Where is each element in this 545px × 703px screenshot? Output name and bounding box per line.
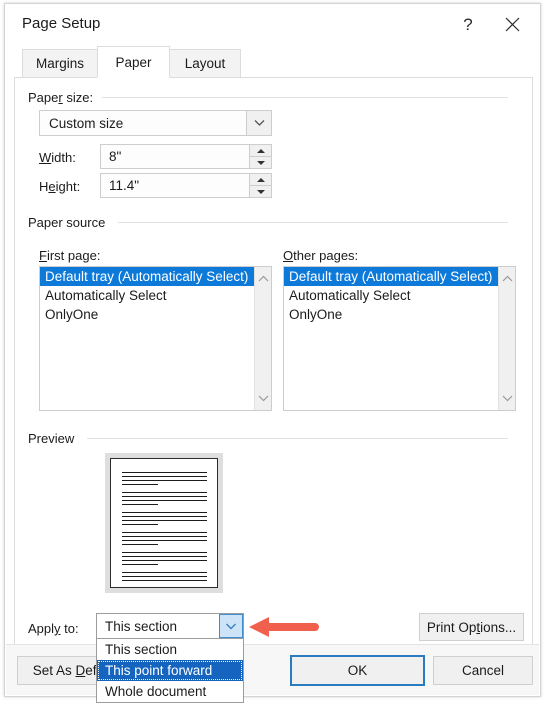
- apply-to-selected-value: This section: [105, 618, 178, 634]
- list-item[interactable]: OnlyOne: [40, 305, 254, 324]
- list-item[interactable]: OnlyOne: [284, 305, 498, 324]
- apply-to-options-list[interactable]: This section This point forward Whole do…: [96, 639, 244, 703]
- chevron-down-icon[interactable]: [246, 111, 271, 135]
- tab-margins-label: Margins: [35, 56, 84, 71]
- tab-layout-label: Layout: [184, 56, 226, 71]
- paper-size-group-rule: [102, 97, 508, 98]
- close-button[interactable]: [490, 4, 534, 45]
- preview-group-label: Preview: [28, 431, 81, 446]
- paper-source-group-label: Paper source: [28, 215, 112, 230]
- page-setup-dialog: Page Setup ? Margins Paper Layout Paper …: [4, 3, 541, 703]
- height-stepper[interactable]: [249, 174, 271, 197]
- tab-paper-label: Paper: [115, 54, 152, 70]
- preview-paragraph: [122, 552, 207, 565]
- chevron-up-icon[interactable]: [502, 270, 513, 288]
- width-value: 8": [109, 149, 122, 164]
- width-input[interactable]: 8": [100, 144, 272, 169]
- other-pages-label: Other pages:: [283, 248, 359, 263]
- paper-source-group-rule: [118, 222, 508, 223]
- apply-to-option-this-section[interactable]: This section: [97, 639, 243, 660]
- help-button[interactable]: ?: [446, 4, 490, 45]
- tab-margins[interactable]: Margins: [22, 49, 98, 78]
- first-page-list-items: Default tray (Automatically Select) Auto…: [40, 267, 254, 410]
- spinner-down-icon[interactable]: [250, 186, 271, 197]
- paper-size-group-label: Paper size:: [28, 90, 100, 105]
- spinner-down-icon[interactable]: [250, 157, 271, 168]
- other-pages-listbox[interactable]: Default tray (Automatically Select) Auto…: [283, 266, 516, 411]
- chevron-up-icon[interactable]: [258, 270, 269, 288]
- cancel-label: Cancel: [461, 663, 505, 678]
- tab-layout[interactable]: Layout: [169, 49, 241, 78]
- chevron-down-icon[interactable]: [502, 389, 513, 407]
- ok-button[interactable]: OK: [290, 655, 425, 686]
- height-input[interactable]: 11.4": [100, 173, 272, 198]
- chevron-down-icon[interactable]: [258, 389, 269, 407]
- width-label: Width:: [39, 150, 76, 165]
- page-title: Page Setup: [22, 15, 101, 32]
- list-item[interactable]: Automatically Select: [40, 286, 254, 305]
- paper-tab-panel: Paper size: Custom size Width: 8" Height…: [14, 77, 533, 649]
- close-icon: [505, 17, 520, 32]
- tab-strip: Margins Paper Layout: [14, 45, 531, 78]
- apply-to-label: Apply to:: [28, 621, 79, 636]
- other-pages-list-items: Default tray (Automatically Select) Auto…: [284, 267, 498, 410]
- list-item[interactable]: Default tray (Automatically Select): [284, 267, 498, 286]
- width-stepper[interactable]: [249, 145, 271, 168]
- preview-paragraph: [122, 512, 207, 525]
- list-item[interactable]: Automatically Select: [284, 286, 498, 305]
- print-options-label: Print Options...: [426, 619, 517, 635]
- paper-size-combobox[interactable]: Custom size: [39, 110, 272, 136]
- print-options-button[interactable]: Print Options...: [419, 613, 524, 641]
- preview-paragraph: [122, 492, 207, 505]
- preview-paragraph: [122, 572, 207, 581]
- chevron-down-icon: [225, 617, 237, 635]
- apply-to-dropdown-arrow[interactable]: [219, 614, 243, 638]
- dialog-title-bar: Page Setup ?: [5, 4, 540, 45]
- spinner-up-icon[interactable]: [250, 174, 271, 186]
- tab-paper[interactable]: Paper: [97, 46, 170, 78]
- preview-group-rule: [87, 438, 508, 439]
- apply-to-dropdown[interactable]: This section: [96, 613, 244, 639]
- height-value: 11.4": [109, 178, 140, 193]
- apply-to-option-whole-document[interactable]: Whole document: [97, 681, 243, 702]
- preview-text-lines: [122, 472, 207, 581]
- paper-size-value: Custom size: [49, 115, 124, 131]
- spinner-up-icon[interactable]: [250, 145, 271, 157]
- first-page-listbox[interactable]: Default tray (Automatically Select) Auto…: [39, 266, 272, 411]
- preview-page: [110, 458, 218, 588]
- first-page-scrollbar[interactable]: [254, 267, 271, 410]
- other-pages-scrollbar[interactable]: [498, 267, 515, 410]
- height-label: Height:: [39, 179, 81, 194]
- first-page-label: First page:: [39, 248, 101, 263]
- cancel-button[interactable]: Cancel: [433, 656, 533, 685]
- list-item[interactable]: Default tray (Automatically Select): [40, 267, 254, 286]
- preview-paragraph: [122, 532, 207, 545]
- preview-paragraph: [122, 472, 207, 485]
- dialog-footer: Set As Default OK Cancel: [6, 644, 539, 695]
- document-page-preview: [105, 453, 223, 593]
- apply-to-option-this-point-forward[interactable]: This point forward: [97, 660, 243, 681]
- ok-label: OK: [347, 663, 368, 678]
- question-mark-icon: ?: [463, 14, 473, 34]
